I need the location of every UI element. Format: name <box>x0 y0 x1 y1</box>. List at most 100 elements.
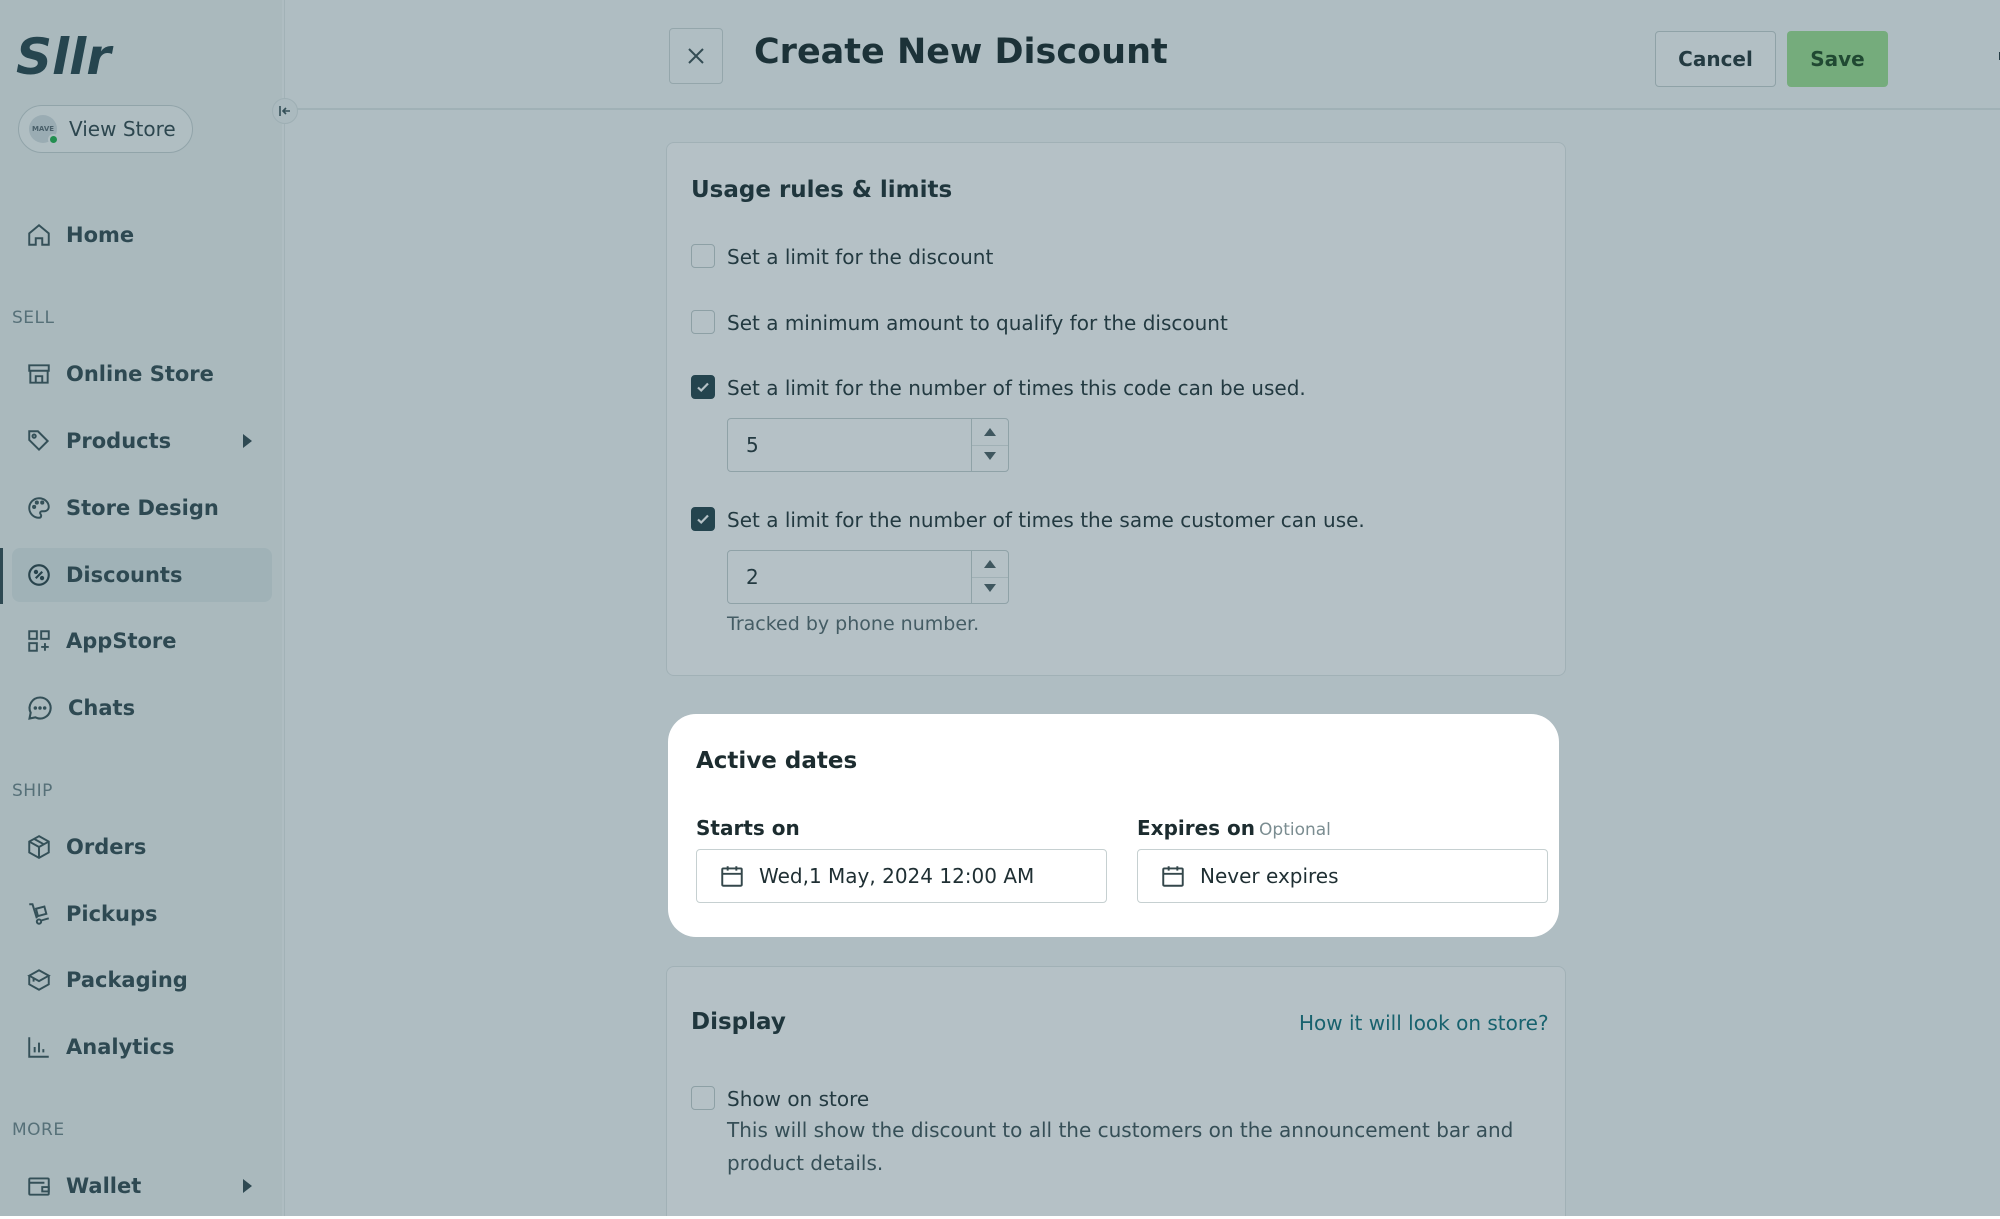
close-icon <box>688 48 704 64</box>
sidebar-item-label: Pickups <box>66 902 158 926</box>
box-icon <box>28 835 50 859</box>
spinner-divider <box>972 445 1008 446</box>
sidebar-item-label: Discounts <box>66 563 183 587</box>
starts-on-label-text: Starts on <box>696 816 800 840</box>
optional-hint: Optional <box>1259 820 1331 840</box>
sidebar-item-packaging[interactable]: Packaging <box>12 953 272 1007</box>
customer-uses-spinner <box>971 551 1008 603</box>
chevron-right-icon <box>243 434 252 448</box>
section-more: MORE <box>12 1120 65 1140</box>
code-uses-value: 5 <box>746 433 759 457</box>
sidebar: Sllr MAVE View Store Home SELL Online St… <box>0 0 282 1216</box>
code-uses-label: Set a limit for the number of times this… <box>727 376 1306 400</box>
bar-chart-icon <box>28 1037 49 1058</box>
wallet-icon <box>28 1177 50 1196</box>
sidebar-item-store-design[interactable]: Store Design <box>12 481 272 535</box>
save-button[interactable]: Save <box>1787 31 1888 87</box>
customer-uses-stepper[interactable]: 2 <box>727 550 1009 604</box>
sidebar-item-online-store[interactable]: Online Store <box>12 347 272 401</box>
collapse-sidebar-button[interactable] <box>272 98 298 124</box>
sidebar-item-chats[interactable]: Chats <box>12 681 272 735</box>
cancel-button[interactable]: Cancel <box>1655 31 1776 87</box>
sidebar-item-label: Orders <box>66 835 147 859</box>
increment-icon[interactable] <box>984 428 996 436</box>
calendar-icon <box>1162 866 1184 887</box>
usage-rules-title: Usage rules & limits <box>691 177 953 203</box>
sidebar-item-label: Chats <box>68 696 136 720</box>
increment-icon[interactable] <box>984 560 996 568</box>
sidebar-item-label: Products <box>66 429 172 453</box>
app-window: Sllr MAVE View Store Home SELL Online St… <box>0 0 2000 1216</box>
min-amount-label: Set a minimum amount to qualify for the … <box>727 311 1228 335</box>
sidebar-item-discounts[interactable]: Discounts <box>12 548 272 602</box>
sidebar-item-label: Packaging <box>66 968 188 992</box>
sidebar-item-label: Analytics <box>66 1035 175 1059</box>
chevron-right-icon <box>243 1179 252 1193</box>
sidebar-item-analytics[interactable]: Analytics <box>12 1020 272 1074</box>
main-content: Create New Discount Cancel Save Usage ru… <box>284 0 2000 1216</box>
code-uses-checkbox[interactable] <box>691 375 715 399</box>
sidebar-item-appstore[interactable]: AppStore <box>12 614 272 668</box>
store-avatar: MAVE <box>29 115 59 145</box>
sidebar-item-label: Store Design <box>66 496 219 520</box>
active-dates-card: Active dates Starts on Wed,1 May, 2024 1… <box>668 714 1559 937</box>
hand-truck-icon <box>29 903 50 925</box>
sidebar-item-label: Online Store <box>66 362 214 386</box>
usage-rules-card: Usage rules & limits Set a limit for the… <box>666 142 1566 676</box>
section-ship: SHIP <box>12 781 53 801</box>
close-button[interactable] <box>669 28 723 84</box>
sidebar-item-wallet[interactable]: Wallet <box>12 1159 272 1213</box>
avatar-text: MAVE <box>31 125 55 133</box>
show-on-store-label: Show on store <box>727 1087 870 1111</box>
section-sell: SELL <box>12 308 55 328</box>
checkmark-icon <box>697 382 709 393</box>
sidebar-item-label: Home <box>66 223 135 247</box>
store-preview-link[interactable]: How it will look on store? <box>1299 1011 1549 1035</box>
tag-icon <box>28 430 50 452</box>
show-on-store-checkbox[interactable] <box>691 1086 715 1110</box>
checkmark-icon <box>697 514 709 525</box>
starts-on-label: Starts on <box>696 816 800 840</box>
sidebar-item-label: Wallet <box>66 1174 142 1198</box>
view-store-button[interactable]: MAVE View Store <box>18 105 193 153</box>
chat-bubble-icon <box>28 696 52 720</box>
package-icon <box>27 969 51 991</box>
storefront-icon <box>28 364 50 384</box>
collapse-left-icon <box>279 106 290 116</box>
sidebar-item-pickups[interactable]: Pickups <box>12 887 272 941</box>
sidebar-item-orders[interactable]: Orders <box>12 820 272 874</box>
apps-grid-icon <box>28 630 50 652</box>
starts-on-field[interactable]: Wed,1 May, 2024 12:00 AM <box>696 849 1107 903</box>
page-title: Create New Discount <box>754 32 1168 72</box>
svg-text:Sllr: Sllr <box>16 28 114 84</box>
top-bar: Create New Discount Cancel Save <box>285 0 2000 110</box>
min-amount-checkbox[interactable] <box>691 310 715 334</box>
limit-discount-checkbox[interactable] <box>691 244 715 268</box>
code-uses-spinner <box>971 419 1008 471</box>
online-status-dot <box>48 134 59 145</box>
show-on-store-description: This will show the discount to all the c… <box>727 1118 1514 1175</box>
expires-on-label: Expires on Optional <box>1137 816 1331 840</box>
palette-icon <box>28 497 50 519</box>
sidebar-item-products[interactable]: Products <box>12 414 272 468</box>
expires-on-label-text: Expires on <box>1137 816 1256 840</box>
customer-uses-label: Set a limit for the number of times the … <box>727 508 1365 532</box>
active-dates-title: Active dates <box>696 748 858 774</box>
tracked-helper-text: Tracked by phone number. <box>727 613 980 635</box>
code-uses-stepper[interactable]: 5 <box>727 418 1009 472</box>
active-indicator <box>0 548 3 604</box>
customer-uses-checkbox[interactable] <box>691 507 715 531</box>
calendar-icon <box>721 866 743 887</box>
sidebar-item-label: AppStore <box>66 629 177 653</box>
customer-uses-value: 2 <box>746 565 759 589</box>
expires-on-field[interactable]: Never expires <box>1137 849 1548 903</box>
limit-discount-label: Set a limit for the discount <box>727 245 994 269</box>
sidebar-item-home[interactable]: Home <box>12 208 272 262</box>
decrement-icon[interactable] <box>984 452 996 460</box>
decrement-icon[interactable] <box>984 584 996 592</box>
display-card: Display How it will look on store? Show … <box>666 966 1566 1216</box>
sllr-logo[interactable]: Sllr <box>16 28 136 84</box>
starts-on-value: Wed,1 May, 2024 12:00 AM <box>759 864 1035 888</box>
home-icon <box>28 223 50 246</box>
expires-on-value: Never expires <box>1200 864 1339 888</box>
